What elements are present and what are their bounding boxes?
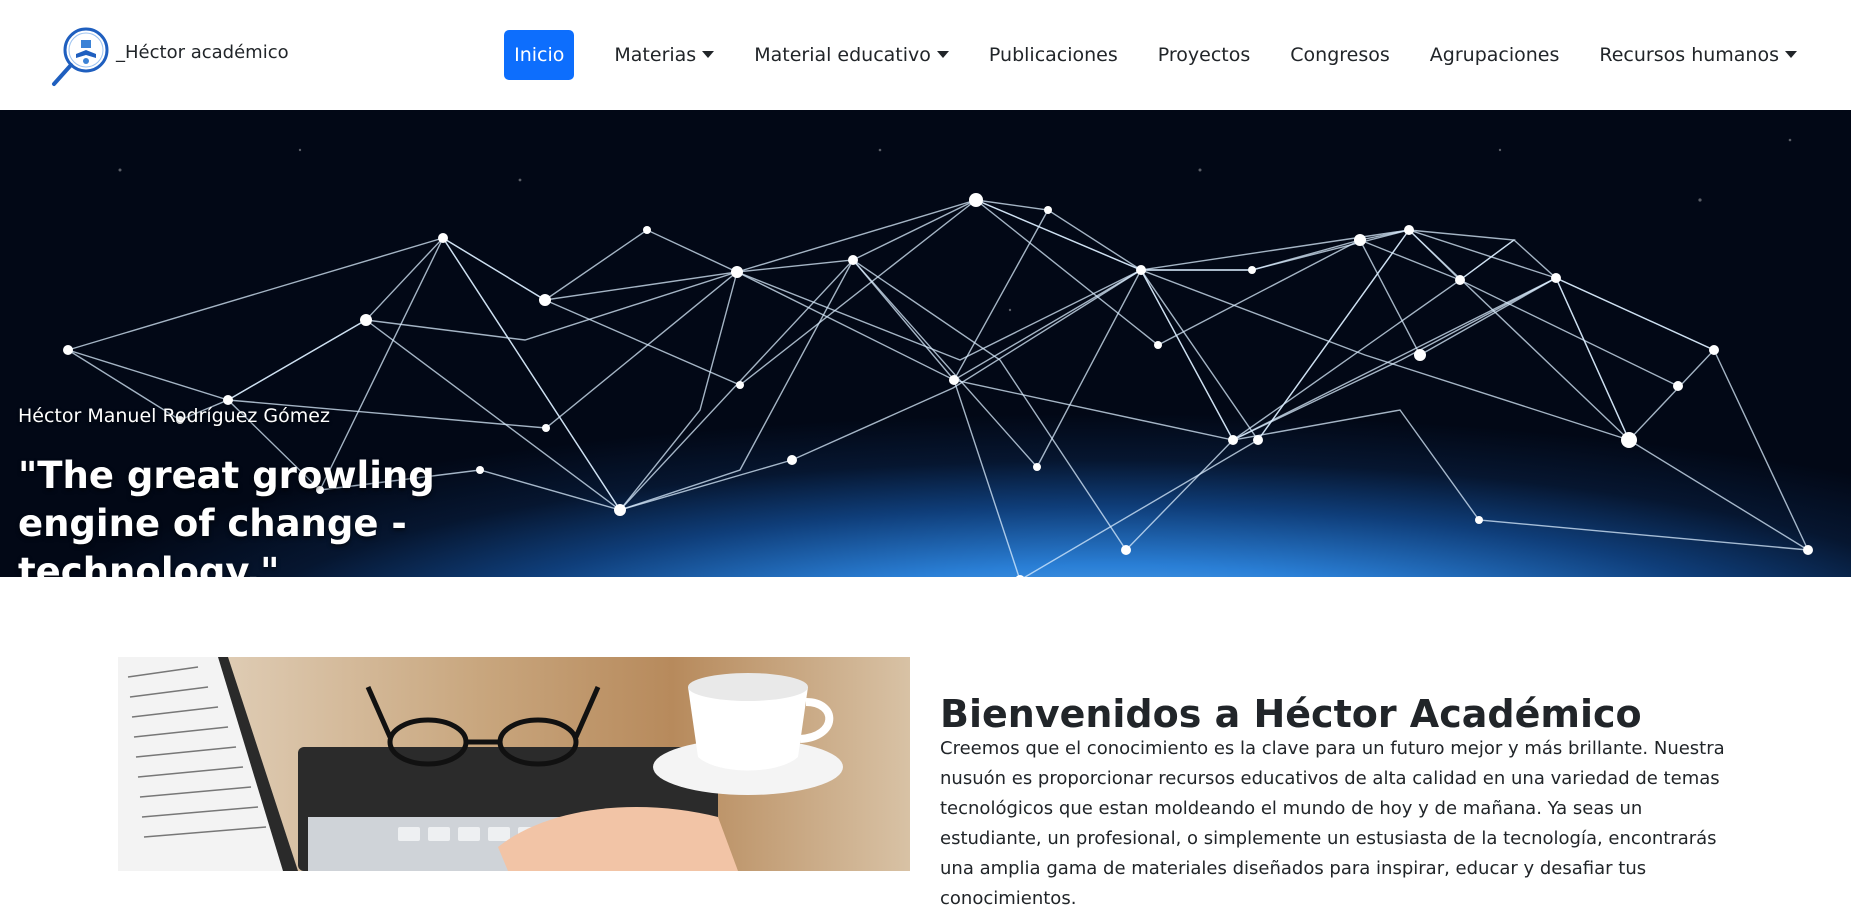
nav-item-material-educativo[interactable]: Material educativo (734, 30, 969, 80)
nav-item-proyectos[interactable]: Proyectos (1138, 30, 1271, 80)
welcome-text: Creemos que el conocimiento es la clave … (940, 738, 1725, 909)
nav-item-publicaciones[interactable]: Publicaciones (969, 30, 1138, 80)
nav-label: Agrupaciones (1429, 44, 1560, 66)
navbar: _Héctor académico Inicio Materias Materi… (0, 0, 1851, 110)
magnifier-book-logo (52, 27, 109, 86)
nav-label: Material educativo (754, 44, 931, 66)
nav-item-recursos-humanos[interactable]: Recursos humanos (1579, 30, 1817, 80)
hero-banner: Héctor Manuel Rodríguez Gómez "The great… (0, 110, 1851, 577)
nav-item-congresos[interactable]: Congresos (1270, 30, 1410, 80)
nav-label: Recursos humanos (1599, 44, 1779, 66)
nav-item-inicio[interactable]: Inicio (504, 30, 575, 80)
caret-down-icon (702, 50, 715, 58)
main-nav: Inicio Materias Material educativo Publi… (504, 30, 1817, 80)
laptop-illustration (118, 657, 843, 871)
nav-item-agrupaciones[interactable]: Agrupaciones (1410, 30, 1580, 80)
nav-label: Publicaciones (988, 44, 1118, 66)
hero-quote: "The great growling engine of change - t… (18, 454, 435, 577)
laptop-coffee-image (118, 657, 910, 871)
nav-item-materias[interactable]: Materias (594, 30, 734, 80)
caret-down-icon (1785, 50, 1797, 58)
brand-name: _Héctor académico (116, 42, 289, 63)
hero-author: Héctor Manuel Rodríguez Gómez (18, 405, 330, 427)
welcome-title: Bienvenidos a Héctor Académico (940, 691, 1642, 736)
nav-label: Proyectos (1157, 44, 1251, 66)
nav-label: Materias (614, 44, 697, 66)
nav-label: Congresos (1290, 44, 1390, 66)
nav-label: Inicio (514, 44, 565, 66)
caret-down-icon (936, 50, 949, 58)
brand-link[interactable]: _Héctor académico (48, 24, 289, 90)
